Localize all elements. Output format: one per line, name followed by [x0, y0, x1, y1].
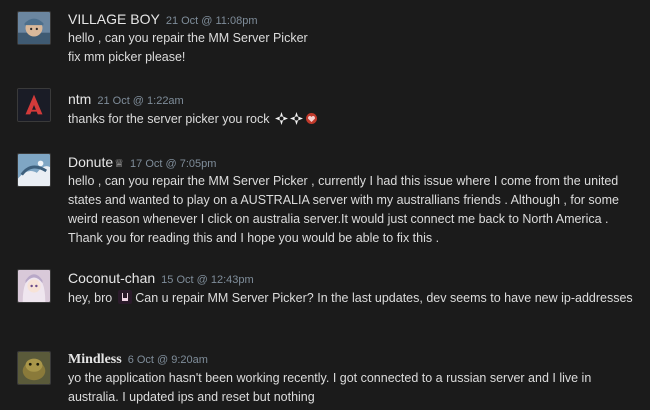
timestamp: 21 Oct @ 1:22am: [97, 95, 184, 107]
comment-header: ntm 21 Oct @ 1:22am: [68, 91, 184, 109]
avatar-image: [18, 12, 50, 44]
avatar[interactable]: [17, 153, 51, 187]
timestamp: 15 Oct @ 12:43pm: [161, 274, 254, 286]
avatar-image: [18, 154, 50, 186]
avatar-image: [18, 352, 50, 384]
avatar[interactable]: [17, 269, 51, 303]
avatar[interactable]: [17, 88, 51, 122]
avatar-image: [18, 89, 50, 121]
comment-header: VILLAGE BOY 21 Oct @ 11:08pm: [68, 11, 258, 29]
comment-line: fix mm picker please!: [68, 50, 186, 64]
timestamp: 6 Oct @ 9:20am: [127, 354, 208, 366]
comment-header: Donute♕ 17 Oct @ 7:05pm: [68, 154, 216, 172]
comment-text: yo the application hasn't been working r…: [68, 369, 643, 407]
comment-line: thanks for the server picker you rock: [68, 112, 270, 126]
comment-text-start: hey, bro: [68, 291, 113, 305]
avatar[interactable]: [17, 11, 51, 45]
comment-line: hello , can you repair the MM Server Pic…: [68, 31, 308, 45]
crown-badge-icon: ♕: [114, 158, 125, 170]
comment-header: Coconut-chan 15 Oct @ 12:43pm: [68, 270, 254, 288]
comment-text: hey, bro Can u repair MM Server Picker? …: [68, 289, 643, 308]
comment-paragraph: yo the application hasn't been working r…: [68, 371, 592, 404]
comment-header: Mindless 6 Oct @ 9:20am: [68, 351, 208, 368]
comment-text: hello , can you repair the MM Server Pic…: [68, 29, 643, 67]
author-name[interactable]: ntm: [68, 91, 91, 107]
comment-thread: VILLAGE BOY 21 Oct @ 11:08pm hello , can …: [0, 0, 650, 410]
author-name[interactable]: Mindless: [68, 352, 122, 367]
timestamp: 21 Oct @ 11:08pm: [165, 15, 258, 27]
star-burst-icon: [289, 112, 303, 125]
author-name[interactable]: Donute: [68, 154, 113, 170]
heart-badge-icon: [305, 112, 318, 125]
comment-text: thanks for the server picker you rock: [68, 110, 643, 129]
rock-hand-icon: [117, 290, 132, 304]
comment-text-end: Can u repair MM Server Picker? In the la…: [135, 291, 633, 305]
avatar[interactable]: [17, 351, 51, 385]
author-name[interactable]: VILLAGE BOY: [68, 11, 160, 27]
author-name[interactable]: Coconut-chan: [68, 270, 155, 286]
avatar-image: [18, 270, 50, 302]
comment-paragraph: hello , can you repair the MM Server Pic…: [68, 174, 619, 245]
timestamp: 17 Oct @ 7:05pm: [130, 158, 217, 170]
star-burst-icon: [274, 112, 288, 125]
comment-text: hello , can you repair the MM Server Pic…: [68, 172, 643, 248]
